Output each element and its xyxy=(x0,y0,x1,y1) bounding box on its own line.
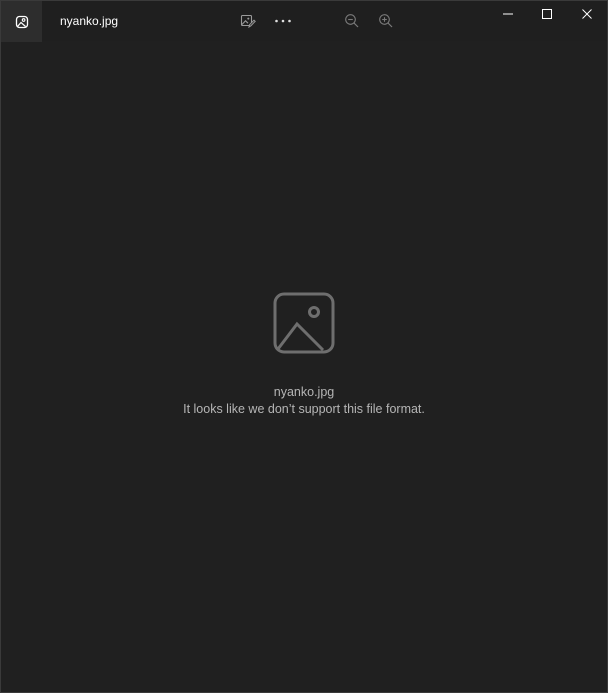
photos-app-icon xyxy=(15,15,29,29)
window-title: nyanko.jpg xyxy=(60,14,119,28)
close-button[interactable] xyxy=(567,1,607,31)
unsupported-format-message: It looks like we don’t support this file… xyxy=(183,402,425,416)
maximize-icon xyxy=(541,7,553,25)
minimize-button[interactable] xyxy=(488,1,528,31)
zoom-in-icon xyxy=(378,13,394,29)
zoom-out-icon xyxy=(344,13,360,29)
image-placeholder-icon xyxy=(273,292,335,354)
edit-image-button[interactable] xyxy=(238,11,258,31)
close-icon xyxy=(581,7,593,25)
image-viewer-area: nyanko.jpg It looks like we don’t suppor… xyxy=(1,42,607,692)
app-icon-button[interactable] xyxy=(1,1,42,42)
unsupported-file-name: nyanko.jpg xyxy=(273,385,335,399)
title-bar[interactable]: nyanko.jpg xyxy=(1,1,607,42)
zoom-out-button[interactable] xyxy=(342,11,362,31)
zoom-in-button[interactable] xyxy=(376,11,396,31)
maximize-button[interactable] xyxy=(527,1,567,31)
photos-app-window: nyanko.jpg nyanko.jpg It looks like we d… xyxy=(0,0,608,693)
more-options-icon xyxy=(274,18,292,24)
more-options-button[interactable] xyxy=(273,11,293,31)
edit-image-icon xyxy=(240,13,256,29)
minimize-icon xyxy=(502,7,514,25)
